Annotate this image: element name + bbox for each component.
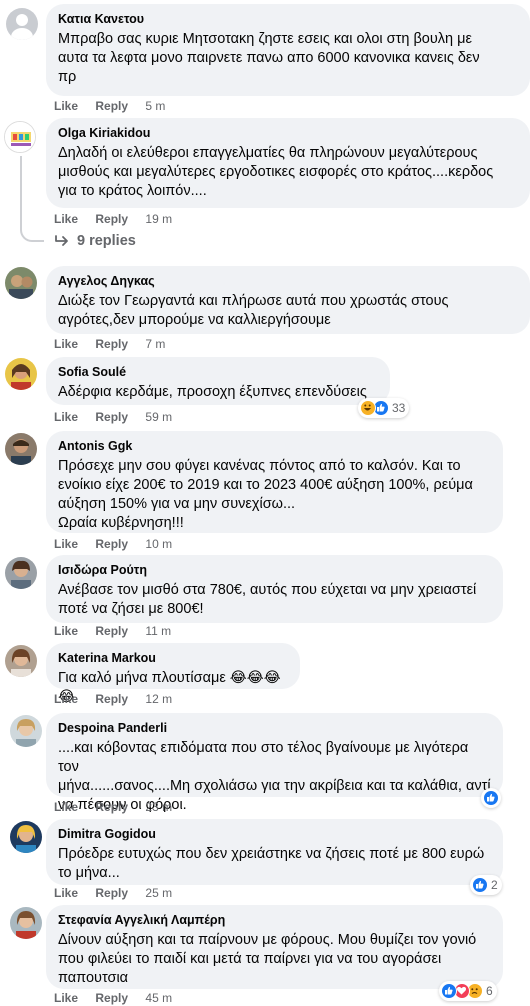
like-button[interactable]: Like (54, 991, 78, 1005)
reply-button[interactable]: Reply (95, 212, 128, 226)
like-button[interactable]: Like (54, 212, 78, 226)
comment-actions: Like Reply 45 m (54, 991, 172, 1005)
comment-time[interactable]: 25 m (145, 886, 172, 900)
comment-text: Δηλαδή οι ελεύθεροι επαγγελματίες θα πλη… (58, 145, 494, 199)
comment-actions: Like Reply 19 m (54, 212, 172, 226)
haha-icon (360, 400, 376, 416)
avatar[interactable] (6, 8, 38, 40)
comment-time[interactable]: 19 m (145, 212, 172, 226)
avatar[interactable] (5, 645, 37, 677)
reply-button[interactable]: Reply (95, 886, 128, 900)
reaction-count: 2 (491, 878, 498, 892)
like-button[interactable]: Like (54, 692, 78, 706)
like-button[interactable]: Like (54, 886, 78, 900)
avatar[interactable] (10, 715, 42, 747)
comment-time[interactable]: 45 m (145, 991, 172, 1005)
comment-actions: Like Reply 12 m (54, 692, 172, 706)
comment-actions: Like Reply 59 m (54, 410, 172, 424)
comment-text: Δίνουν αύξηση και τα παίρνουν με φόρους.… (58, 932, 477, 986)
comment-actions: Like Reply 7 m (54, 337, 165, 351)
reply-button[interactable]: Reply (95, 537, 128, 551)
commenter-name[interactable]: Despoina Panderli (58, 720, 491, 736)
comment-actions: Like Reply 25 m (54, 886, 172, 900)
reply-button[interactable]: Reply (95, 337, 128, 351)
reaction-summary[interactable]: 6 (439, 981, 497, 1001)
avatar[interactable] (4, 121, 36, 153)
comment-time[interactable]: 59 m (145, 410, 172, 424)
avatar[interactable] (5, 557, 37, 589)
reaction-summary[interactable]: 2 (470, 875, 502, 895)
comment-bubble: Katerina Markou Για καλό μήνα πλουτίσαμε… (46, 643, 300, 705)
avatar[interactable] (5, 433, 37, 465)
avatar[interactable] (5, 267, 37, 299)
reply-arrow-icon (55, 235, 68, 246)
commenter-name[interactable]: Στεφανία Αγγελική Λαμπέρη (58, 912, 491, 928)
comment-actions: Like Reply 11 m (54, 624, 171, 638)
reply-button[interactable]: Reply (95, 800, 128, 814)
replies-count[interactable]: 9 replies (77, 233, 136, 249)
comment-bubble: Κατια Κανετου Μπραβο σας κυριε Μητσοτακη… (46, 4, 530, 96)
reply-button[interactable]: Reply (95, 991, 128, 1005)
comment-text: Πρόεδρε ευτυχώς που δεν χρειάστηκε να ζή… (58, 846, 485, 881)
comment-text: Αδέρφια κερδάμε, προσοχη έξυπνες επενδύσ… (58, 384, 367, 400)
comment-bubble: Olga Kiriakidou Δηλαδή οι ελεύθεροι επαγ… (46, 118, 530, 208)
like-button[interactable]: Like (54, 99, 78, 113)
comment-bubble: Antonis Ggk Πρόσεχε μην σου φύγει κανένα… (46, 431, 503, 533)
comment-text: Ανέβασε τον μισθό στα 780€, αυτός που εύ… (58, 582, 477, 617)
avatar[interactable] (5, 358, 37, 390)
comment-time[interactable]: 7 m (145, 337, 165, 351)
like-button[interactable]: Like (54, 537, 78, 551)
comment-time[interactable]: 12 m (145, 692, 172, 706)
like-icon (483, 790, 499, 806)
thread-line (20, 156, 44, 242)
commenter-name[interactable]: Κατια Κανετου (58, 11, 518, 27)
reply-button[interactable]: Reply (95, 624, 128, 638)
like-button[interactable]: Like (54, 624, 78, 638)
comment-bubble: Despoina Panderli ....και κόβοντας επιδό… (46, 713, 503, 813)
comment-text: Πρόσεχε μην σου φύγει κανένας πόντος από… (58, 458, 473, 531)
commenter-name[interactable]: Katerina Markou (58, 650, 288, 666)
comment-actions: Like Reply 5 m (54, 99, 165, 113)
like-button[interactable]: Like (54, 800, 78, 814)
reply-button[interactable]: Reply (95, 692, 128, 706)
comment-bubble: Αγγελος Δηγκας Διώξε τον Γεωργαντά και π… (46, 266, 530, 334)
commenter-name[interactable]: Olga Kiriakidou (58, 125, 518, 141)
comment-bubble: Ισιδώρα Ρούτη Ανέβασε τον μισθό στα 780€… (46, 555, 503, 623)
reaction-count: 33 (392, 401, 406, 415)
commenter-name[interactable]: Sofia Soulé (58, 364, 378, 380)
reply-button[interactable]: Reply (95, 99, 128, 113)
reaction-summary[interactable] (481, 788, 501, 808)
like-button[interactable]: Like (54, 410, 78, 424)
commenter-name[interactable]: Αγγελος Δηγκας (58, 273, 518, 289)
reaction-count: 6 (486, 984, 493, 998)
like-icon (472, 877, 488, 893)
commenter-name[interactable]: Dimitra Gogidou (58, 826, 491, 842)
comment-time[interactable]: 10 m (145, 537, 172, 551)
like-button[interactable]: Like (54, 337, 78, 351)
comment-actions: Like Reply 10 m (54, 537, 172, 551)
comment-bubble: Dimitra Gogidou Πρόεδρε ευτυχώς που δεν … (46, 819, 503, 885)
like-icon (441, 983, 457, 999)
avatar[interactable] (10, 821, 42, 853)
comment-time[interactable]: 5 m (145, 99, 165, 113)
view-replies-link[interactable]: 9 replies (55, 233, 136, 249)
reply-button[interactable]: Reply (95, 410, 128, 424)
comment-time[interactable]: 23 m (145, 800, 172, 814)
comment-bubble: Στεφανία Αγγελική Λαμπέρη Δίνουν αύξηση … (46, 905, 503, 989)
comment-bubble: Sofia Soulé Αδέρφια κερδάμε, προσοχη έξυ… (46, 357, 390, 405)
commenter-name[interactable]: Antonis Ggk (58, 438, 491, 454)
comment-time[interactable]: 11 m (145, 624, 171, 638)
comment-text: Διώξε τον Γεωργαντά και πλήρωσε αυτά που… (58, 293, 449, 328)
comment-actions: Like Reply 23 m (54, 800, 172, 814)
avatar[interactable] (10, 907, 42, 939)
reaction-summary[interactable]: 33 (358, 398, 410, 418)
comment-text: Μπραβο σας κυριε Μητσοτακη ζηστε εσεις κ… (58, 31, 480, 85)
commenter-name[interactable]: Ισιδώρα Ρούτη (58, 562, 491, 578)
